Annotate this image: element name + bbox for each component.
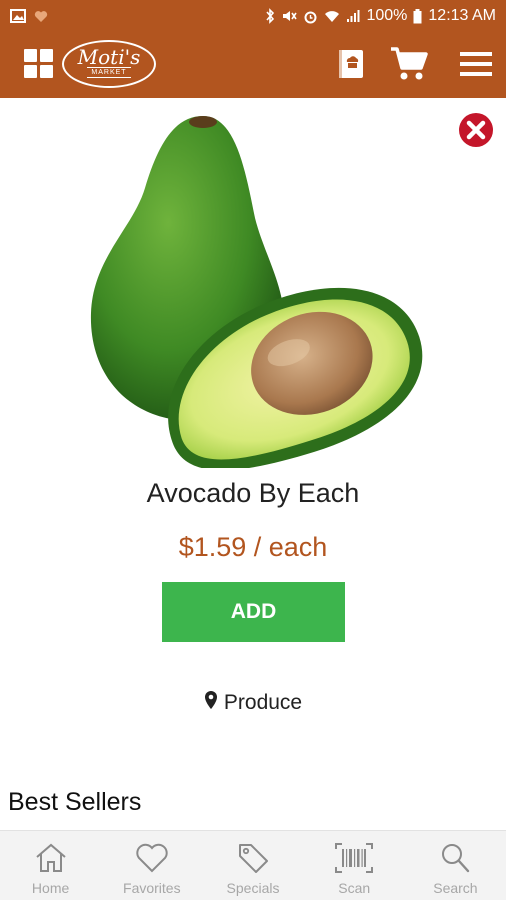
nav-item-scan[interactable]: Scan <box>304 831 405 900</box>
nav-label-home: Home <box>31 880 70 896</box>
tag-icon <box>236 841 270 875</box>
bluetooth-icon <box>265 8 275 24</box>
location-pin-icon <box>204 690 218 716</box>
status-notifications <box>10 9 48 23</box>
nav-item-favorites[interactable]: Favorites <box>101 831 202 900</box>
grid-menu-icon[interactable] <box>24 49 54 79</box>
battery-percent: 100% <box>366 7 408 24</box>
search-icon <box>438 841 472 875</box>
nav-label-search: Search <box>433 880 478 896</box>
gallery-icon <box>10 9 26 23</box>
clock: 12:13 AM <box>428 7 496 24</box>
barcode-icon <box>334 841 374 875</box>
mute-icon <box>281 9 298 23</box>
wifi-icon <box>324 9 340 23</box>
close-icon[interactable] <box>458 112 494 148</box>
product-image <box>85 108 425 471</box>
logo-name: Moti's <box>77 44 141 69</box>
recipe-book-icon[interactable] <box>331 44 371 84</box>
nav-item-search[interactable]: Search <box>405 831 506 900</box>
signal-icon <box>346 9 360 23</box>
alarm-icon <box>303 9 318 24</box>
product-price: $1.59 / each <box>178 532 328 562</box>
product-category[interactable]: Produce <box>0 690 506 716</box>
heart-notification-icon <box>34 10 48 23</box>
category-label: Produce <box>223 691 303 714</box>
status-system: 100% 12:13 AM <box>265 7 496 25</box>
add-to-cart-button[interactable]: ADD <box>162 582 345 642</box>
nav-label-specials: Specials <box>226 880 280 896</box>
app-bar: Moti's MARKET <box>0 32 506 98</box>
store-logo[interactable]: Moti's MARKET <box>62 40 156 88</box>
cart-icon[interactable] <box>389 44 429 84</box>
heart-icon <box>134 841 170 875</box>
nav-item-home[interactable]: Home <box>0 831 101 900</box>
nav-item-specials[interactable]: Specials <box>202 831 303 900</box>
home-icon <box>34 841 68 875</box>
product-name: Avocado By Each <box>146 478 360 508</box>
nav-label-favorites: Favorites <box>123 880 181 896</box>
battery-icon <box>413 8 422 24</box>
nav-label-scan: Scan <box>338 880 371 896</box>
best-sellers-heading: Best Sellers <box>8 788 142 816</box>
status-bar: 100% 12:13 AM <box>0 0 506 32</box>
hamburger-menu-icon[interactable] <box>456 44 496 84</box>
bottom-nav: Home Favorites Specials Scan Search <box>0 830 506 900</box>
logo-sub: MARKET <box>87 66 131 78</box>
